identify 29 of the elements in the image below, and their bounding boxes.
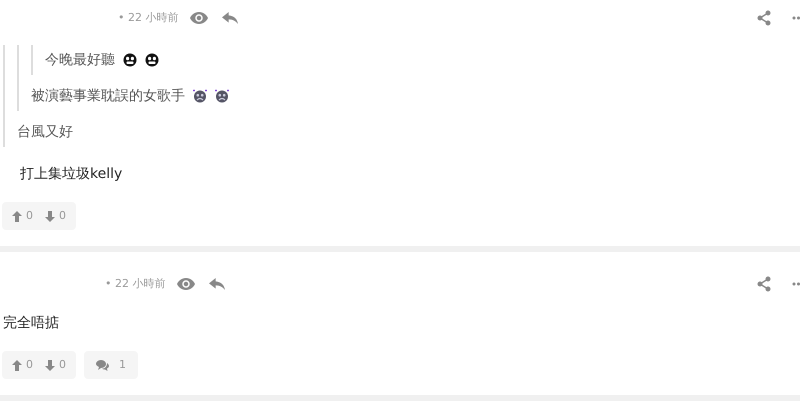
quote-text: 今晚最好聽 <box>45 51 115 70</box>
eye-icon[interactable] <box>190 12 208 24</box>
grin-emoji-icon <box>123 53 137 67</box>
upvote-icon <box>12 210 22 222</box>
more-icon[interactable] <box>792 16 800 20</box>
quote-text: 被演藝事業耽誤的女歌手 <box>31 87 185 106</box>
comment-text: 完全唔掂 <box>3 314 60 333</box>
replies-button[interactable]: 1 <box>84 351 138 379</box>
sad-emoji-icon <box>215 89 229 103</box>
upvote-icon <box>12 360 22 370</box>
more-icon[interactable] <box>792 282 800 286</box>
comment-text: 打上集垃圾kelly <box>19 165 124 184</box>
upvote-button[interactable]: 0 <box>12 351 33 379</box>
reply-icon[interactable] <box>209 278 226 290</box>
comment-time: • 22 小時前 <box>105 276 166 292</box>
quote-text: 台風又好 <box>17 123 73 142</box>
comment-icon <box>96 360 109 370</box>
downvote-button[interactable]: 0 <box>45 351 66 379</box>
share-icon[interactable] <box>757 10 771 26</box>
upvote-button[interactable]: 0 <box>12 202 33 230</box>
downvote-button[interactable]: 0 <box>45 202 66 230</box>
sad-emoji-icon <box>193 89 207 103</box>
comment-time: • 22 小時前 <box>118 10 178 26</box>
downvote-icon <box>45 210 55 222</box>
reply-icon[interactable] <box>222 12 238 24</box>
eye-icon[interactable] <box>177 278 196 290</box>
grin-emoji-icon <box>145 53 159 67</box>
downvote-icon <box>45 360 55 370</box>
share-icon[interactable] <box>757 276 771 292</box>
